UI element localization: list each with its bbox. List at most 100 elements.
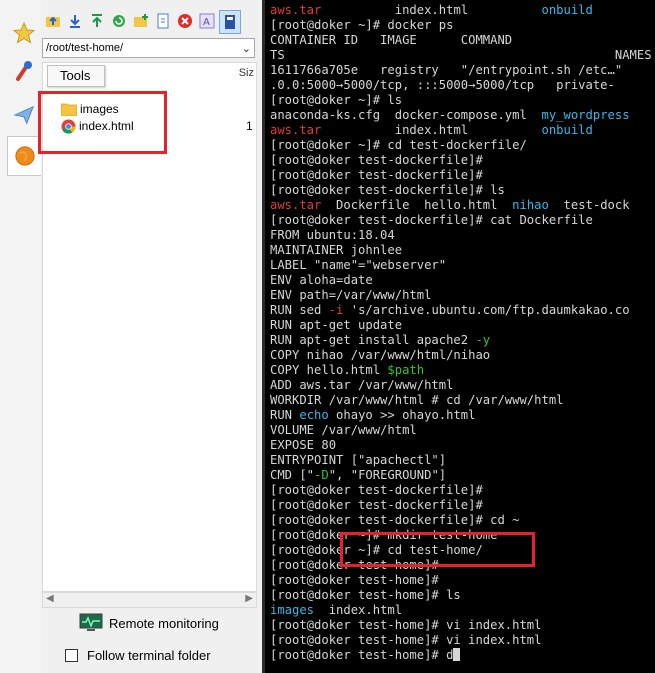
terminal-line: 1611766a705e registry "/entrypoint.sh /e… [270, 63, 622, 78]
terminal-line: CONTAINER ID IMAGE COMMAND [270, 33, 512, 48]
terminal-line: [root@doker test-dockerfile]# [270, 483, 483, 498]
delete-button[interactable] [175, 10, 195, 32]
terminal-text-segment: onbuild [541, 123, 593, 137]
terminal-line: [root@doker test-dockerfile]# ls [270, 183, 505, 198]
new-folder-button[interactable] [131, 10, 151, 32]
follow-terminal-folder-label: Follow terminal folder [87, 648, 211, 663]
path-dropdown[interactable]: /root/test-home/ ⌄ [42, 38, 255, 58]
new-file-icon [157, 13, 169, 29]
follow-terminal-folder-toggle[interactable]: Follow terminal folder [65, 648, 211, 663]
new-file-button[interactable] [153, 10, 173, 32]
tab-transfer[interactable] [7, 96, 40, 134]
terminal-line: [root@doker test-home]# d [270, 648, 461, 663]
terminal-text-segment: .0.0:5000→5000/tcp, :::5000→5000/tcp pri… [270, 78, 615, 92]
delete-icon [178, 14, 192, 28]
rename-icon: A [199, 13, 215, 29]
terminal-text-segment: 's/archive.ubuntu.com/ftp.daumkakao.co [343, 303, 630, 317]
terminal-text-segment: anaconda-ks.cfg docker-compose.yml [270, 108, 542, 122]
terminal-line: RUN apt-get install apache2 -y [270, 333, 490, 348]
upload-button[interactable] [87, 10, 107, 32]
terminal-line: aws.tar index.html onbuild [270, 3, 593, 18]
terminal-line: WORKDIR /var/www/html # cd /var/www/html [270, 393, 564, 408]
terminal-text-segment: echo [299, 408, 329, 422]
follow-terminal-folder-checkbox[interactable] [65, 649, 78, 662]
terminal-text-segment: index.html [314, 603, 403, 617]
terminal-text-segment: aws.tar [270, 198, 322, 212]
terminal-line: [root@doker test-home]# vi index.html [270, 618, 542, 633]
terminal-text-segment: aws.tar [270, 123, 322, 137]
tab-sftp[interactable] [7, 136, 41, 176]
terminal-line: FROM ubuntu:18.04 [270, 228, 395, 243]
file-size: 1 [246, 119, 253, 133]
terminal-text-segment: RUN apt-get update [270, 318, 403, 332]
terminal-line: [root@doker test-home]# [270, 573, 439, 588]
tooltip: Tools [47, 65, 105, 87]
remote-monitoring-label: Remote monitoring [109, 615, 219, 631]
svg-text:A: A [203, 17, 210, 28]
terminal-text-segment: [root@doker test-dockerfile]# cat Docker… [270, 213, 593, 227]
terminal-text-segment: [root@doker test-home]# ls [270, 588, 461, 602]
rename-button[interactable]: A [197, 10, 217, 32]
terminal-text-segment: COPY nihao /var/www/html/nihao [270, 348, 491, 362]
terminal-line: aws.tar index.html onbuild [270, 123, 593, 138]
terminal-line: [root@doker test-dockerfile]# [270, 498, 483, 513]
terminal-text-segment: -y [475, 333, 491, 347]
terminal-line: VOLUME /var/www/html [270, 423, 417, 438]
terminal-text-segment: [root@doker test-home]# d [270, 648, 454, 662]
terminal-text-segment: [root@doker test-home]# [270, 573, 439, 587]
terminal-line: .0.0:5000→5000/tcp, :::5000→5000/tcp pri… [270, 78, 615, 93]
terminal-line: RUN apt-get update [270, 318, 402, 333]
terminal-text-segment: TS NAMES [270, 48, 652, 62]
refresh-button[interactable] [109, 10, 129, 32]
terminal-line: [root@doker test-dockerfile]# [270, 168, 483, 183]
terminal-line: ENV aloha=date [270, 273, 373, 288]
size-column-header[interactable]: Siz [239, 67, 254, 79]
terminal-text-segment: index.html [321, 123, 542, 137]
terminal-line: images index.html [270, 603, 402, 618]
terminal-line: [root@doker test-dockerfile]# cd ~ [270, 513, 519, 528]
terminal-text-segment: [root@doker test-dockerfile]# [270, 498, 483, 512]
parent-folder-button[interactable] [43, 10, 63, 32]
tab-tools[interactable] [7, 52, 40, 90]
remote-monitoring-button[interactable]: Remote monitoring [79, 613, 219, 633]
terminal-line: MAINTAINER johnlee [270, 243, 402, 258]
terminal-text-segment: test-dock [548, 198, 630, 212]
chevron-down-icon[interactable]: ⌄ [242, 40, 251, 58]
annotation-highlight-commands [340, 532, 535, 567]
terminal-cursor [453, 648, 461, 661]
terminal-text-segment: FROM ubuntu:18.04 [270, 228, 395, 242]
terminal-text-segment: ADD aws.tar /var/www/html [270, 378, 454, 392]
terminal-line: [root@doker ~]# cd test-dockerfile/ [270, 138, 527, 153]
terminal-line: [root@doker test-home]# ls [270, 588, 461, 603]
terminal-text-segment: RUN apt-get install apache2 [270, 333, 476, 347]
star-icon [12, 21, 35, 44]
file-toolbar: A [41, 10, 241, 36]
terminal-line: RUN sed -i 's/archive.ubuntu.com/ftp.dau… [270, 303, 630, 318]
terminal-output[interactable]: aws.tar index.html onbuild [root@doker ~]… [262, 0, 655, 673]
terminal-text-segment: [root@doker test-dockerfile]# [270, 168, 483, 182]
terminal-text-segment: ENV path=/var/www/html [270, 288, 432, 302]
terminal-text-segment: CONTAINER ID IMAGE COMMAND [270, 33, 513, 47]
terminal-text-segment: onbuild [541, 3, 593, 17]
terminal-text-segment: aws.tar [270, 3, 322, 17]
terminal-text-segment: 1611766a705e registry "/entrypoint.sh /e… [270, 63, 623, 77]
horizontal-scrollbar[interactable]: ◀ ▶ [42, 592, 257, 608]
side-tab-strip [0, 0, 42, 673]
download-button[interactable] [65, 10, 85, 32]
terminal-line: RUN echo ohayo >> ohayo.html [270, 408, 475, 423]
terminal-text-segment: [root@doker test-dockerfile]# [270, 483, 483, 497]
terminal-text-segment: [root@doker test-dockerfile]# cd ~ [270, 513, 520, 527]
terminal-text-segment: EXPOSE 80 [270, 438, 337, 452]
new-folder-icon [134, 14, 148, 27]
terminal-text-segment: RUN sed [270, 303, 329, 317]
terminal-text-segment: index.html [321, 3, 542, 17]
toggle-view-button[interactable] [219, 10, 241, 34]
tab-favorites[interactable] [7, 14, 40, 52]
terminal-text-segment: MAINTAINER johnlee [270, 243, 403, 257]
terminal-line: aws.tar Dockerfile hello.html nihao test… [270, 198, 630, 213]
scroll-right-icon[interactable]: ▶ [245, 593, 253, 604]
terminal-line: [root@doker test-dockerfile]# [270, 153, 483, 168]
terminal-text-segment: ENV aloha=date [270, 273, 373, 287]
scroll-left-icon[interactable]: ◀ [46, 593, 54, 604]
terminal-line: [root@doker ~]# ls [270, 93, 402, 108]
